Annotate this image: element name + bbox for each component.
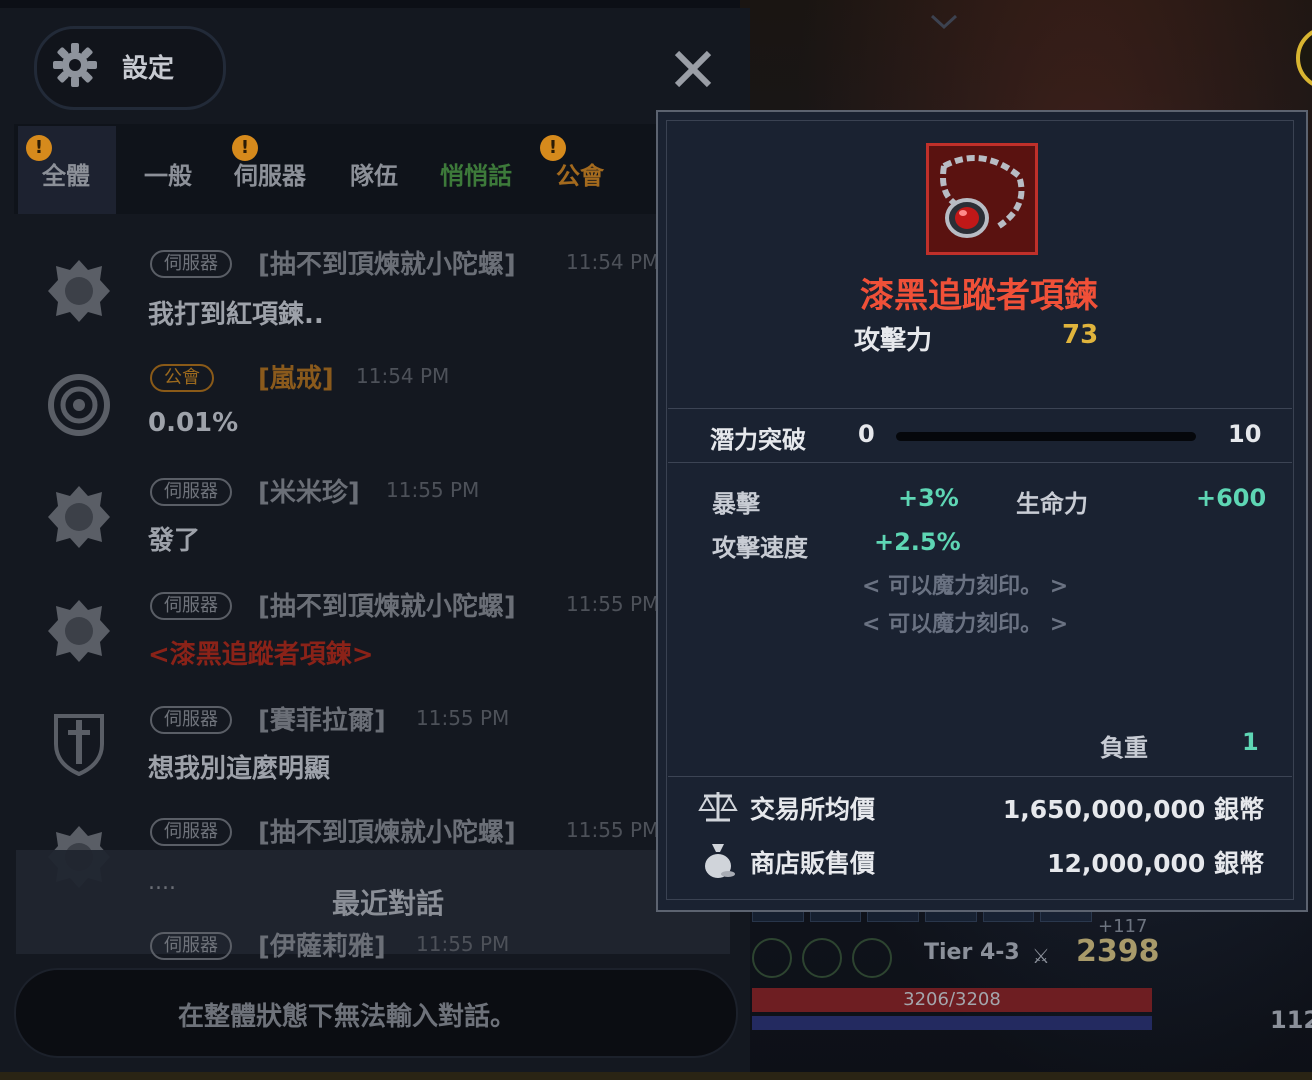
channel-tag: 伺服器	[150, 706, 232, 734]
message-time: 11:55 PM	[566, 592, 660, 616]
tab-party[interactable]: 隊伍	[350, 156, 398, 191]
notification-badge: !	[232, 135, 258, 161]
message-time: 11:55 PM	[416, 932, 510, 956]
stat-value: +3%	[898, 484, 959, 512]
sender-name[interactable]: [抽不到頂煉就小陀螺]	[258, 812, 516, 849]
hud-buff-icons	[752, 938, 892, 978]
potential-progress-bar	[896, 432, 1196, 441]
stat-value: +2.5%	[874, 528, 961, 556]
channel-tag: 公會	[150, 364, 214, 392]
potential-label: 潛力突破	[710, 426, 806, 454]
lion-emblem-icon	[48, 486, 110, 548]
stat-label: 暴擊	[712, 490, 760, 518]
money-bag-icon	[705, 844, 735, 878]
hud-level: 2398	[1076, 934, 1160, 969]
weight-value: 1	[1242, 728, 1259, 756]
tab-all[interactable]: 全體	[42, 156, 90, 191]
recent-conversations-label: 最近對話	[332, 887, 445, 920]
exchange-price-label: 交易所均價	[750, 795, 876, 824]
weight-label: 負重	[1100, 734, 1148, 762]
mp-bar	[752, 1016, 1152, 1030]
shop-price-value: 12,000,000 銀幣	[1047, 849, 1264, 878]
hud-tier: Tier 4-3	[924, 940, 1020, 965]
chevron-down-icon[interactable]	[930, 14, 958, 30]
exchange-price-value: 1,650,000,000 銀幣	[1002, 795, 1264, 824]
notification-badge: !	[26, 135, 52, 161]
bottom-strip	[0, 1072, 1312, 1080]
channel-tag: 伺服器	[150, 250, 232, 278]
message-time: 11:54 PM	[356, 364, 450, 388]
divider	[668, 462, 1292, 463]
tab-whisper[interactable]: 悄悄話	[440, 156, 512, 191]
divider	[668, 776, 1292, 777]
scales-icon	[698, 792, 738, 822]
message-text: 想我別這麼明顯	[148, 754, 331, 784]
channel-tag: 伺服器	[150, 818, 232, 846]
sender-name[interactable]: [抽不到頂煉就小陀螺]	[258, 244, 516, 281]
potential-min: 0	[858, 420, 875, 448]
sender-name[interactable]: [米米珍]	[258, 472, 360, 509]
tab-guild[interactable]: 公會	[556, 156, 604, 191]
shop-price-label: 商店販售價	[750, 849, 876, 878]
tab-server[interactable]: 伺服器	[234, 156, 306, 191]
sender-name[interactable]: [嵐戒]	[258, 358, 334, 395]
chat-input-disabled-text: 在整體狀態下無法輸入對話。	[178, 1002, 517, 1032]
tier-icon: ⚔	[1032, 944, 1050, 968]
message-text: 發了	[148, 526, 201, 556]
sword-shield-emblem-icon	[54, 714, 104, 776]
lion-emblem-icon	[48, 600, 110, 662]
rose-emblem-icon	[48, 374, 110, 436]
channel-tag: 伺服器	[150, 932, 232, 960]
message-time: 11:54 PM	[566, 250, 660, 274]
channel-tag: 伺服器	[150, 592, 232, 620]
attack-label: 攻擊力	[854, 326, 933, 356]
message-time: 11:55 PM	[566, 818, 660, 842]
engrave-slot: < 可以魔力刻印。 >	[862, 612, 1069, 637]
hud-right-number: 112	[1270, 1006, 1312, 1034]
engrave-slot: < 可以魔力刻印。 >	[862, 574, 1069, 599]
lion-emblem-icon	[48, 260, 110, 322]
stat-label: 攻擊速度	[712, 534, 808, 562]
tab-general[interactable]: 一般	[144, 156, 192, 191]
hp-text: 3206/3208	[903, 989, 1001, 1010]
attack-value: 73	[1062, 320, 1099, 350]
message-text: 0.01%	[148, 408, 239, 438]
necklace-icon	[926, 143, 1038, 255]
message-text: 我打到紅項鍊..	[148, 300, 324, 330]
item-link[interactable]: <漆黑追蹤者項鍊>	[148, 634, 374, 671]
channel-tag: 伺服器	[150, 478, 232, 506]
stat-value: +600	[1196, 484, 1267, 512]
message-time: 11:55 PM	[416, 706, 510, 730]
close-icon[interactable]	[672, 48, 714, 90]
divider	[668, 408, 1292, 409]
settings-label: 設定	[122, 54, 175, 84]
message-time: 11:55 PM	[386, 478, 480, 502]
sender-name[interactable]: [抽不到頂煉就小陀螺]	[258, 586, 516, 623]
stat-label: 生命力	[1016, 490, 1088, 518]
sender-name[interactable]: [賽菲拉爾]	[258, 700, 386, 737]
potential-max: 10	[1228, 420, 1262, 448]
sender-name[interactable]: [伊薩莉雅]	[258, 926, 386, 963]
gear-icon[interactable]	[50, 40, 100, 90]
notification-badge: !	[540, 135, 566, 161]
item-name: 漆黑追蹤者項鍊	[860, 276, 1098, 316]
message-text: ....	[148, 870, 176, 895]
